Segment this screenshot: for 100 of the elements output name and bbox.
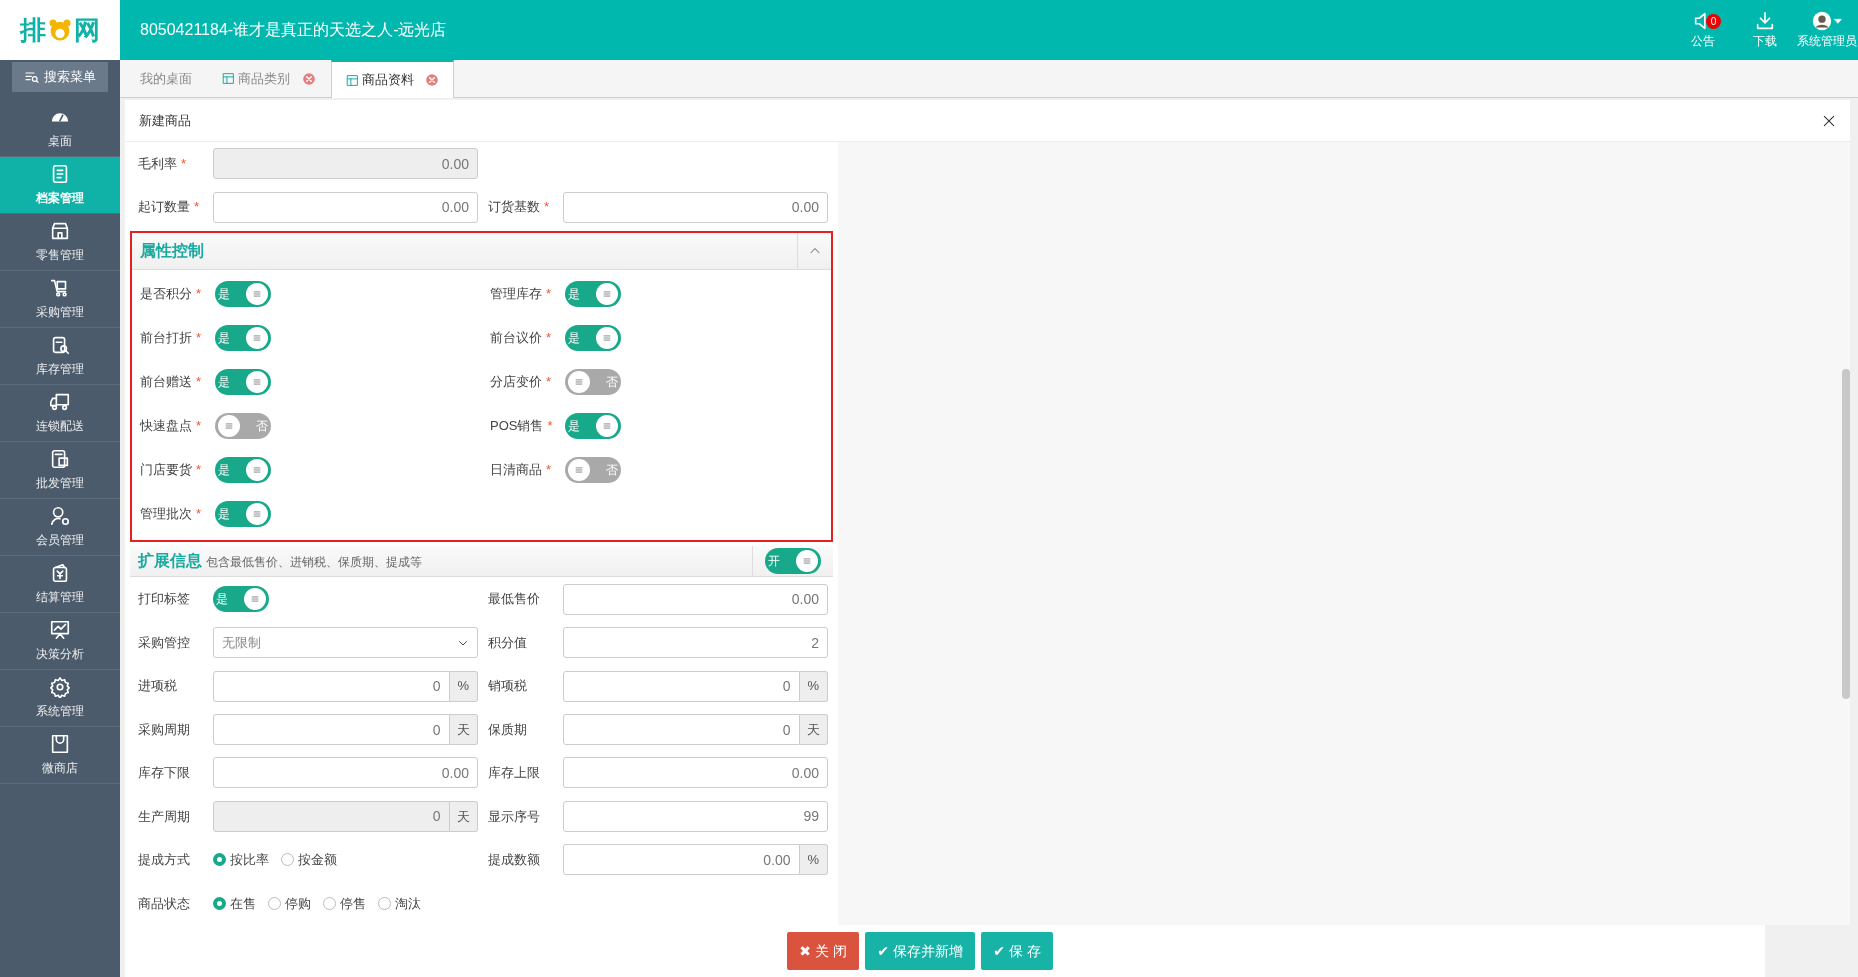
menu-icon [602, 288, 612, 299]
radio-button[interactable] [213, 896, 226, 910]
save-button[interactable]: ✔ 保 存 [981, 932, 1053, 970]
select-field[interactable]: 无限制 [213, 627, 478, 659]
chart-board-icon [49, 619, 71, 642]
radio-option[interactable]: 停售 [323, 893, 366, 913]
header-action[interactable]: 系统管理员 [1796, 9, 1858, 51]
sidebar-item[interactable]: 微商店 [0, 727, 120, 784]
table-icon [222, 72, 235, 85]
field-label: 起订数量 [138, 198, 190, 217]
field-label: 是否积分 [140, 285, 192, 304]
gear-icon [49, 676, 71, 699]
input-field[interactable]: 0.00 [213, 757, 478, 789]
radio-option[interactable]: 淘汰 [378, 893, 421, 913]
toggle-switch[interactable]: 是 [565, 280, 621, 307]
tab[interactable]: 商品类别 [207, 59, 331, 97]
sidebar-item[interactable]: 批发管理 [0, 442, 120, 499]
field-label: 库存上限 [488, 764, 540, 783]
radio-option[interactable]: 停购 [268, 893, 311, 913]
input-field[interactable]: 99 [563, 800, 828, 832]
section-title: 属性控制 [140, 240, 204, 261]
radio-button[interactable] [323, 896, 336, 910]
sidebar-item[interactable]: 采购管理 [0, 271, 120, 328]
scrollbar[interactable] [1842, 368, 1850, 699]
toggle-switch[interactable]: 是 [215, 280, 271, 307]
sidebar-item[interactable]: 库存管理 [0, 328, 120, 385]
input-field[interactable]: 0.00 [563, 583, 828, 615]
field-label: 日清商品 [490, 461, 542, 480]
bag-icon [49, 733, 71, 756]
sidebar-item[interactable]: 结算管理 [0, 556, 120, 613]
radio-button[interactable] [378, 896, 391, 910]
radio-option[interactable]: 按金额 [281, 850, 337, 870]
radio-option[interactable]: 按比率 [213, 850, 269, 870]
search-menu-button[interactable]: 搜索菜单 [12, 62, 108, 92]
field-label: 毛利率 [138, 154, 177, 173]
sidebar-item[interactable]: 系统管理 [0, 670, 120, 727]
logo-text: 网 [74, 13, 100, 47]
menu-icon [602, 420, 612, 431]
field-label: 库存下限 [138, 764, 190, 783]
field-label: 保质期 [488, 720, 527, 739]
download-icon [1754, 10, 1776, 32]
sidebar-item[interactable]: 决策分析 [0, 613, 120, 670]
field-label: 订货基数 [488, 198, 540, 217]
save-button[interactable]: ✔ 保存并新增 [865, 932, 975, 970]
required-mark: * [196, 461, 202, 480]
sidebar-item[interactable]: 会员管理 [0, 499, 120, 556]
toggle-switch[interactable]: 是 [215, 324, 271, 351]
field-label: 提成数额 [488, 851, 540, 870]
avatar-icon [1811, 10, 1833, 32]
input-field[interactable]: 0.00 [213, 191, 478, 223]
field-label: 显示序号 [488, 807, 540, 826]
unit-addon: 天 [449, 714, 478, 745]
sidebar-item[interactable]: 零售管理 [0, 214, 120, 271]
toggle-switch[interactable]: 是 [215, 456, 271, 483]
tab[interactable]: 我的桌面 [125, 59, 207, 97]
panel-title: 新建商品 [139, 111, 191, 130]
input-field[interactable]: 0 [213, 670, 450, 702]
radio-button[interactable] [213, 853, 226, 867]
input-field[interactable]: 0 [563, 670, 800, 702]
toggle-switch[interactable]: 是 [213, 586, 269, 613]
table-icon [345, 73, 359, 87]
menu-icon [574, 464, 584, 475]
radio-button[interactable] [281, 853, 294, 867]
field-label: 采购周期 [138, 720, 190, 739]
required-mark: * [196, 329, 202, 348]
input-field[interactable]: 0 [563, 714, 800, 745]
field-label: 门店要货 [140, 461, 192, 480]
required-mark: * [544, 198, 550, 217]
radio-button[interactable] [268, 896, 281, 910]
toggle-switch[interactable]: 开 [765, 548, 821, 575]
input-field[interactable]: 0 [213, 714, 450, 745]
menu-icon [252, 332, 262, 343]
toggle-switch[interactable]: 是 [215, 368, 271, 395]
input-field[interactable]: 0.00 [563, 757, 828, 789]
required-mark: * [546, 461, 552, 480]
field-label: 最低售价 [488, 590, 540, 609]
toggle-switch[interactable]: 是 [565, 412, 621, 439]
toggle-switch[interactable]: 是 [565, 324, 621, 351]
menu-icon [602, 332, 612, 343]
field-label: 前台赠送 [140, 373, 192, 392]
field-label: 快速盘点 [140, 417, 192, 436]
menu-icon [802, 556, 812, 567]
header-action[interactable]: 公告 0 [1672, 9, 1734, 51]
menu-icon [252, 464, 262, 475]
input-field[interactable]: 0.00 [563, 844, 800, 876]
section-subtitle: 包含最低售价、进销税、保质期、提成等 [206, 554, 422, 572]
box-document-icon [49, 448, 71, 471]
sidebar-item[interactable]: 连锁配送 [0, 385, 120, 442]
field-label: 提成方式 [138, 851, 190, 870]
input-field[interactable]: 0.00 [563, 191, 828, 223]
sidebar-item[interactable]: 档案管理 [0, 157, 120, 214]
radio-option[interactable]: 在售 [213, 893, 256, 913]
required-mark: * [546, 285, 552, 304]
field-label: 销项税 [488, 677, 527, 696]
close-button[interactable]: ✖ 关 闭 [787, 932, 859, 970]
tab[interactable]: 商品资料 [330, 60, 454, 98]
toggle-switch[interactable]: 是 [215, 500, 271, 527]
user-icon [49, 505, 71, 528]
input-field[interactable]: 2 [563, 627, 828, 659]
header-action[interactable]: 下载 [1734, 9, 1796, 51]
